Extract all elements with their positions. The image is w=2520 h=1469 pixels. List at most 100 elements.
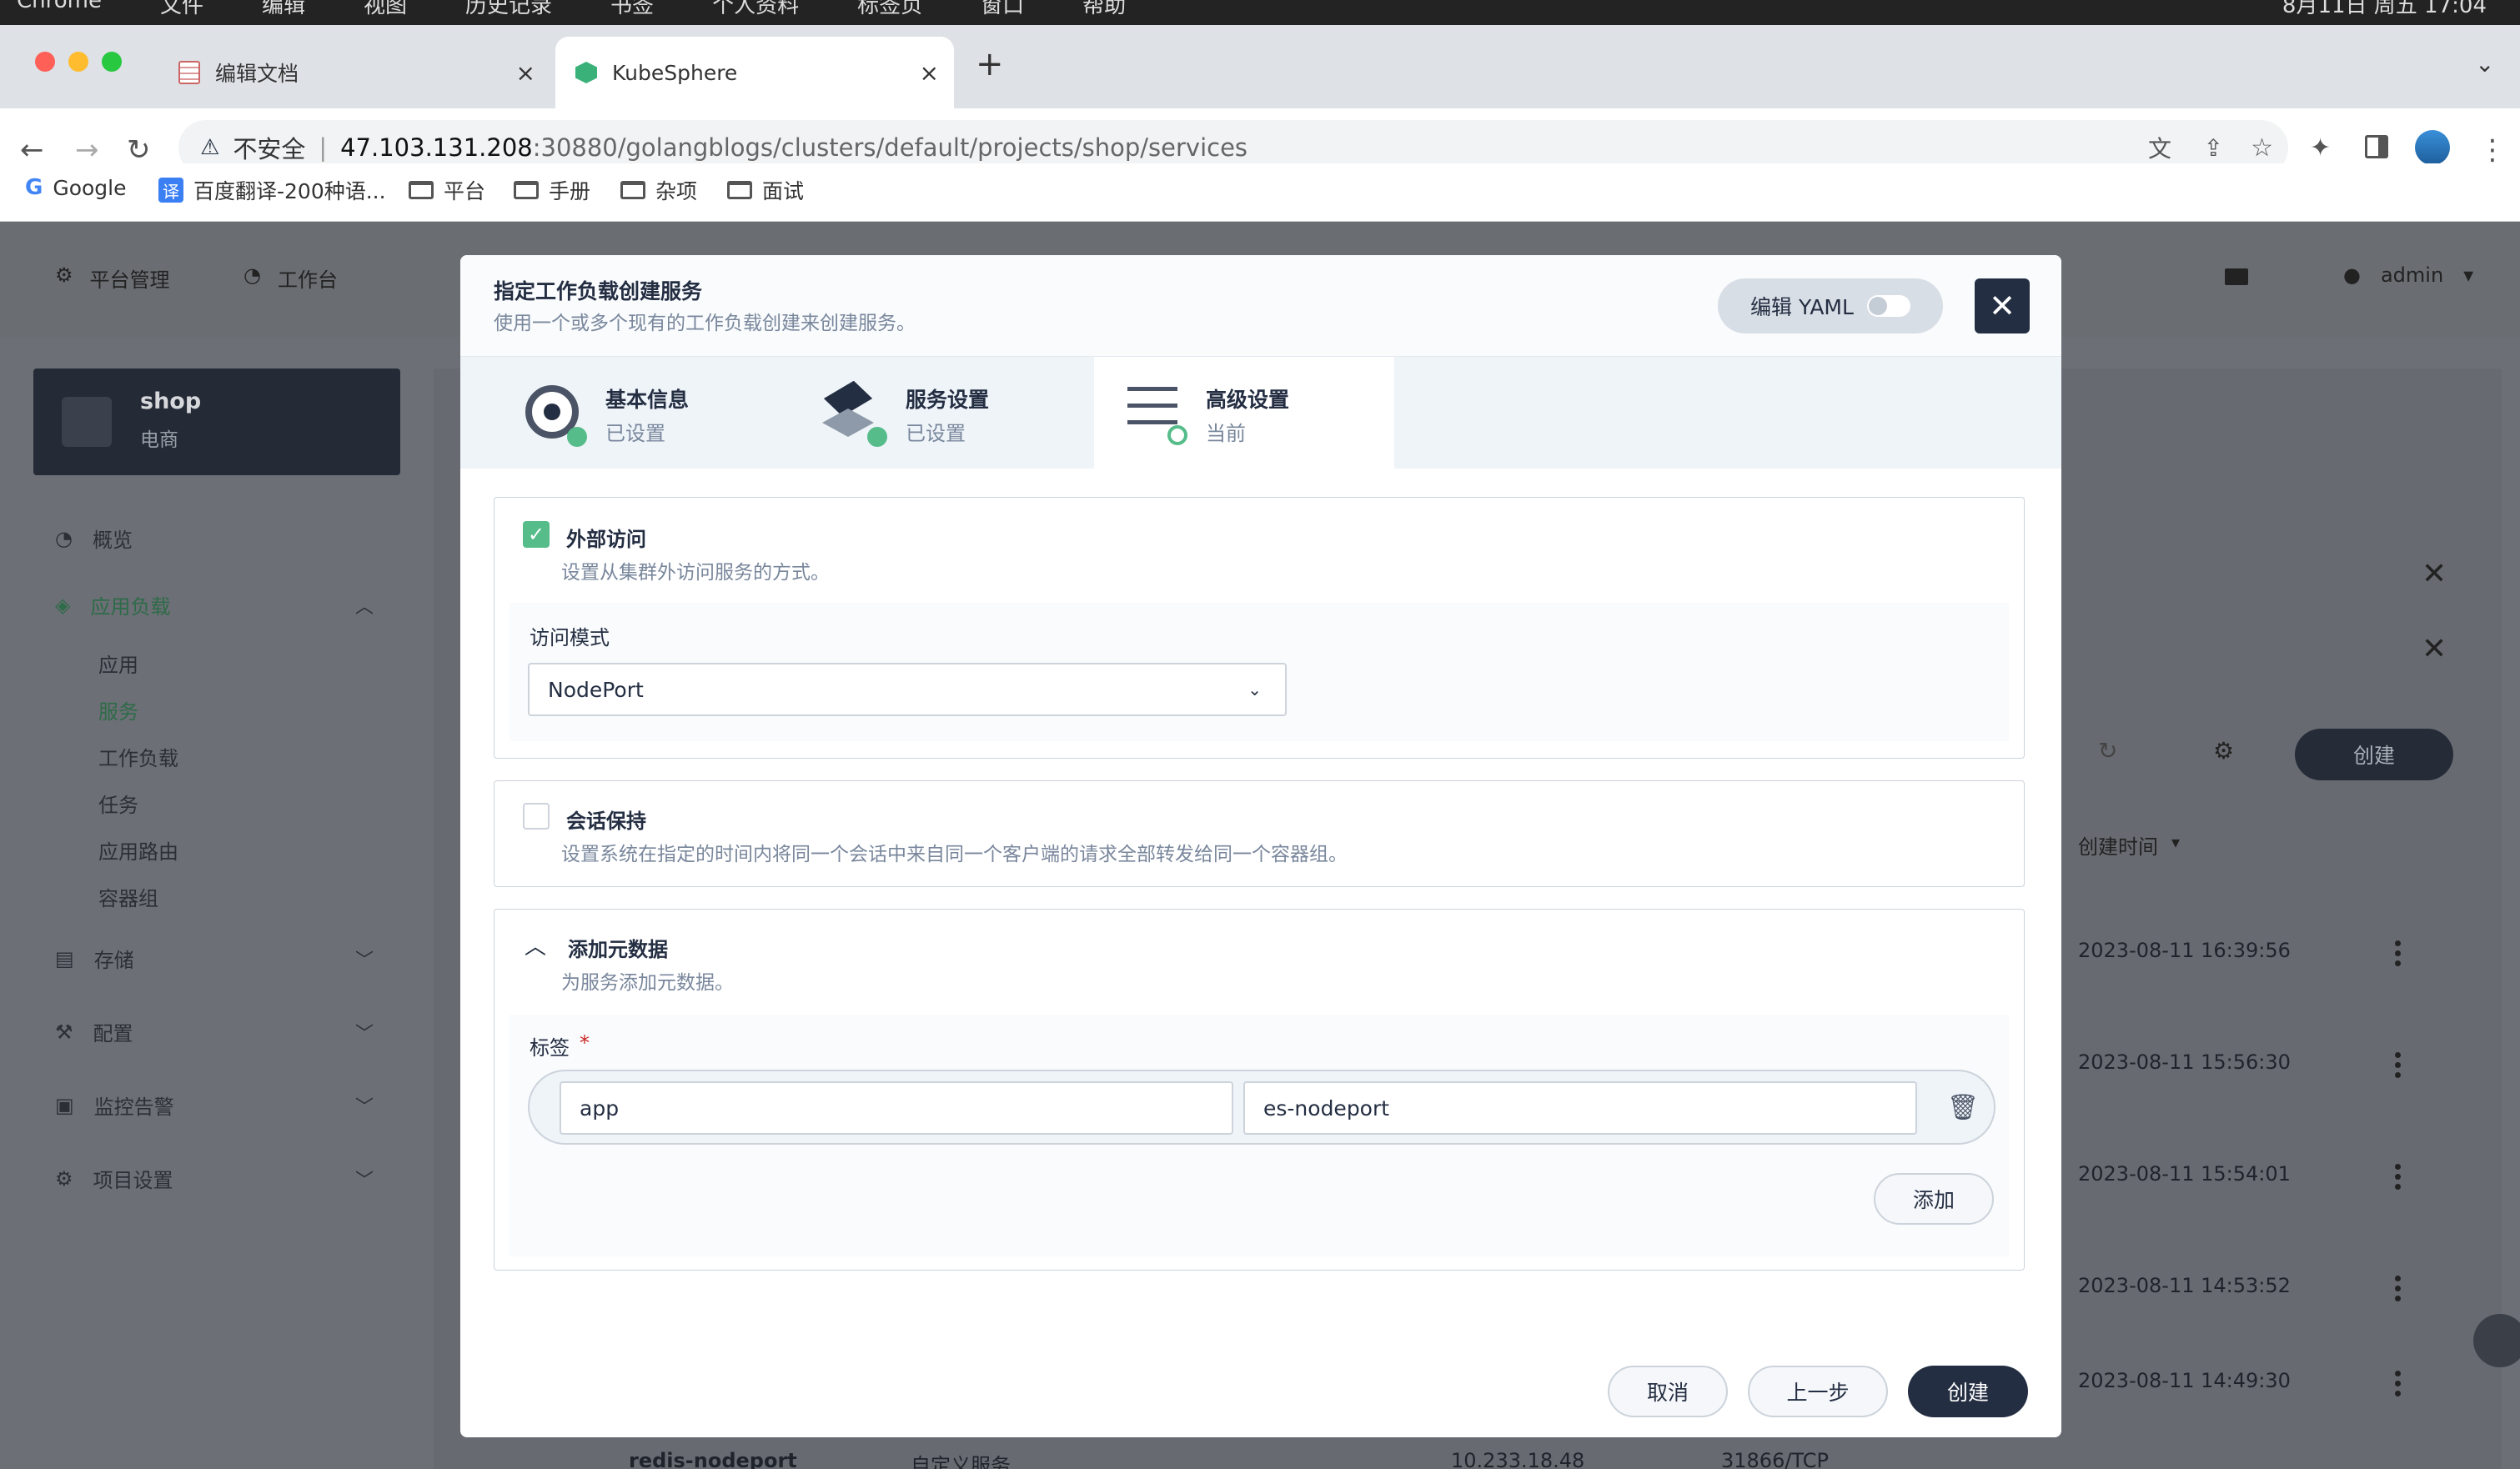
refresh-icon[interactable]: ↻	[2098, 737, 2117, 765]
new-tab-button[interactable]: +	[976, 45, 1004, 83]
bookmark-folder-interview[interactable]: 面试	[727, 175, 804, 205]
chevron-down-icon[interactable]: ﹀	[355, 1092, 374, 1119]
bookmark-folder-misc[interactable]: 杂项	[620, 175, 697, 205]
share-icon[interactable]: ⇪	[2204, 134, 2223, 162]
workbench-button[interactable]: ◔ 工作台	[243, 263, 338, 293]
tab-close-icon[interactable]: ×	[920, 59, 939, 87]
bookmarks-bar: G Google 译 百度翻译-200种语... 平台 手册 杂项 面试	[0, 163, 2520, 222]
project-card[interactable]: shop 电商	[33, 369, 400, 475]
tab-title: 编辑文档	[215, 62, 299, 86]
add-label-button[interactable]: 添加	[1874, 1173, 1994, 1225]
window-zoom-button[interactable]	[102, 52, 122, 72]
sidepanel-icon[interactable]	[2365, 135, 2388, 158]
menu-file[interactable]: 文件	[160, 0, 203, 19]
menu-help[interactable]: 帮助	[1082, 0, 1126, 19]
external-access-checkbox[interactable]: ✓	[523, 521, 550, 548]
bg-create-button[interactable]: 创建	[2295, 729, 2453, 780]
sidebar-sub-jobs[interactable]: 任务	[98, 789, 138, 818]
access-mode-select[interactable]: NodePort ⌄	[528, 663, 1287, 716]
sidebar-item-settings[interactable]: ⚙ 项目设置	[55, 1164, 173, 1193]
label-key-input[interactable]: app	[560, 1081, 1233, 1135]
menu-window[interactable]: 窗口	[981, 0, 1024, 19]
col-created-header[interactable]: 创建时间	[2078, 830, 2158, 860]
modal-close-button[interactable]: ✕	[1975, 278, 2030, 333]
step-service-settings[interactable]: 服务设置 已设置	[761, 357, 1061, 469]
row-more-icon[interactable]	[2395, 1164, 2402, 1190]
menu-history[interactable]: 历史记录	[465, 0, 552, 19]
edit-yaml-toggle[interactable]: 编辑 YAML	[1718, 278, 1943, 333]
session-affinity-desc: 设置系统在指定的时间内将同一个会话中来自同一个客户端的请求全部转发给同一个容器组…	[561, 844, 1348, 865]
sidebar-sub-workloads[interactable]: 工作负载	[98, 742, 178, 771]
tab-search-chevron-icon[interactable]: ⌄	[2475, 50, 2494, 78]
label-value-input[interactable]: es-nodeport	[1243, 1081, 1917, 1135]
sidebar-sub-apps[interactable]: 应用	[98, 649, 138, 678]
docs-icon[interactable]	[2225, 268, 2248, 285]
sidebar-item-overview[interactable]: ◔ 概览	[55, 524, 133, 553]
row-time: 2023-08-11 15:56:30	[2078, 1050, 2291, 1074]
chevron-down-icon[interactable]: ﹀	[355, 1166, 374, 1192]
kubesphere-logo-icon	[575, 62, 597, 83]
bookmark-folder-platform[interactable]: 平台	[409, 175, 485, 205]
window-minimize-button[interactable]	[68, 52, 88, 72]
more-vert-icon[interactable]: ⋮	[2478, 133, 2507, 167]
chevron-down-icon[interactable]: ﹀	[355, 945, 374, 972]
create-button[interactable]: 创建	[1908, 1366, 2028, 1417]
bookmark-google[interactable]: G Google	[25, 175, 127, 200]
trash-icon[interactable]: 🗑	[1947, 1093, 1979, 1122]
step-basic-info[interactable]: 基本信息 已设置	[460, 357, 761, 469]
step-advanced-settings[interactable]: 高级设置 当前	[1094, 357, 1394, 469]
menu-edit[interactable]: 编辑	[262, 0, 305, 19]
sidebar-sub-pods[interactable]: 容器组	[98, 882, 158, 911]
chevron-down-icon[interactable]: ﹀	[355, 1019, 374, 1045]
sidebar-item-config[interactable]: ⚒ 配置	[55, 1017, 133, 1046]
avatar[interactable]	[2415, 130, 2450, 165]
row-more-icon[interactable]	[2395, 1371, 2402, 1396]
menu-profiles[interactable]: 个人资料	[712, 0, 799, 19]
bookmark-baidu-translate[interactable]: 译 百度翻译-200种语...	[158, 175, 386, 205]
storage-icon: ▤	[55, 946, 74, 970]
translate-page-icon[interactable]: ⽂	[2148, 131, 2171, 164]
row-more-icon[interactable]	[2395, 1052, 2402, 1078]
row-more-icon[interactable]	[2395, 1276, 2402, 1301]
bookmark-folder-manual[interactable]: 手册	[514, 175, 590, 205]
close-banner-icon[interactable]: ✕	[2422, 632, 2447, 666]
external-access-panel: ✓ 外部访问 设置从集群外访问服务的方式。 访问模式 NodePort ⌄	[494, 497, 2025, 759]
menu-tabs[interactable]: 标签页	[857, 0, 922, 19]
sidebar-item-monitoring[interactable]: ▣ 监控告警	[55, 1090, 174, 1120]
star-icon[interactable]: ☆	[2251, 133, 2273, 163]
sidebar-item-storage[interactable]: ▤ 存储	[55, 944, 134, 973]
menu-bookmarks[interactable]: 书签	[610, 0, 654, 19]
cancel-button[interactable]: 取消	[1608, 1366, 1728, 1417]
settings-icon[interactable]: ⚙	[2213, 737, 2234, 765]
reload-icon[interactable]: ↻	[127, 133, 151, 167]
tab-kubesphere[interactable]: KubeSphere ×	[555, 37, 954, 108]
toggle-switch[interactable]	[1866, 295, 1910, 317]
window-close-button[interactable]	[35, 52, 55, 72]
sidebar-sub-ingress[interactable]: 应用路由	[98, 835, 178, 865]
sidebar-item-workloads[interactable]: ◈ 应用负载	[55, 590, 170, 619]
session-affinity-checkbox[interactable]	[523, 803, 550, 830]
back-icon[interactable]: ←	[20, 133, 44, 167]
chevron-up-icon[interactable]: ︿	[525, 930, 546, 960]
step-status: 已设置	[906, 422, 966, 445]
tab-edit-doc[interactable]: 编辑文档 ×	[158, 37, 550, 108]
tab-close-icon[interactable]: ×	[516, 59, 535, 87]
extensions-icon[interactable]: ✦	[2310, 133, 2331, 163]
menu-app[interactable]: Chrome	[17, 0, 102, 19]
forward-icon[interactable]: →	[75, 133, 99, 167]
metadata-desc: 为服务添加元数据。	[561, 972, 734, 994]
toolbox-button[interactable]	[2473, 1314, 2520, 1367]
row-more-icon[interactable]	[2395, 940, 2402, 966]
close-banner-icon[interactable]: ✕	[2422, 557, 2447, 591]
tab-title: KubeSphere	[612, 60, 738, 85]
sidebar-sub-services[interactable]: 服务	[98, 695, 138, 724]
platform-button[interactable]: ⚙ 平台管理	[55, 263, 170, 293]
row-time: 2023-08-11 14:49:30	[2078, 1369, 2291, 1392]
document-icon	[178, 61, 200, 84]
previous-step-button[interactable]: 上一步	[1748, 1366, 1888, 1417]
menu-view[interactable]: 视图	[364, 0, 407, 19]
translate-icon: 译	[158, 178, 183, 203]
chevron-up-icon[interactable]: ︿	[355, 592, 374, 619]
session-affinity-label: 会话保持	[566, 810, 646, 833]
user-menu[interactable]: ● admin ▾	[2343, 263, 2473, 287]
